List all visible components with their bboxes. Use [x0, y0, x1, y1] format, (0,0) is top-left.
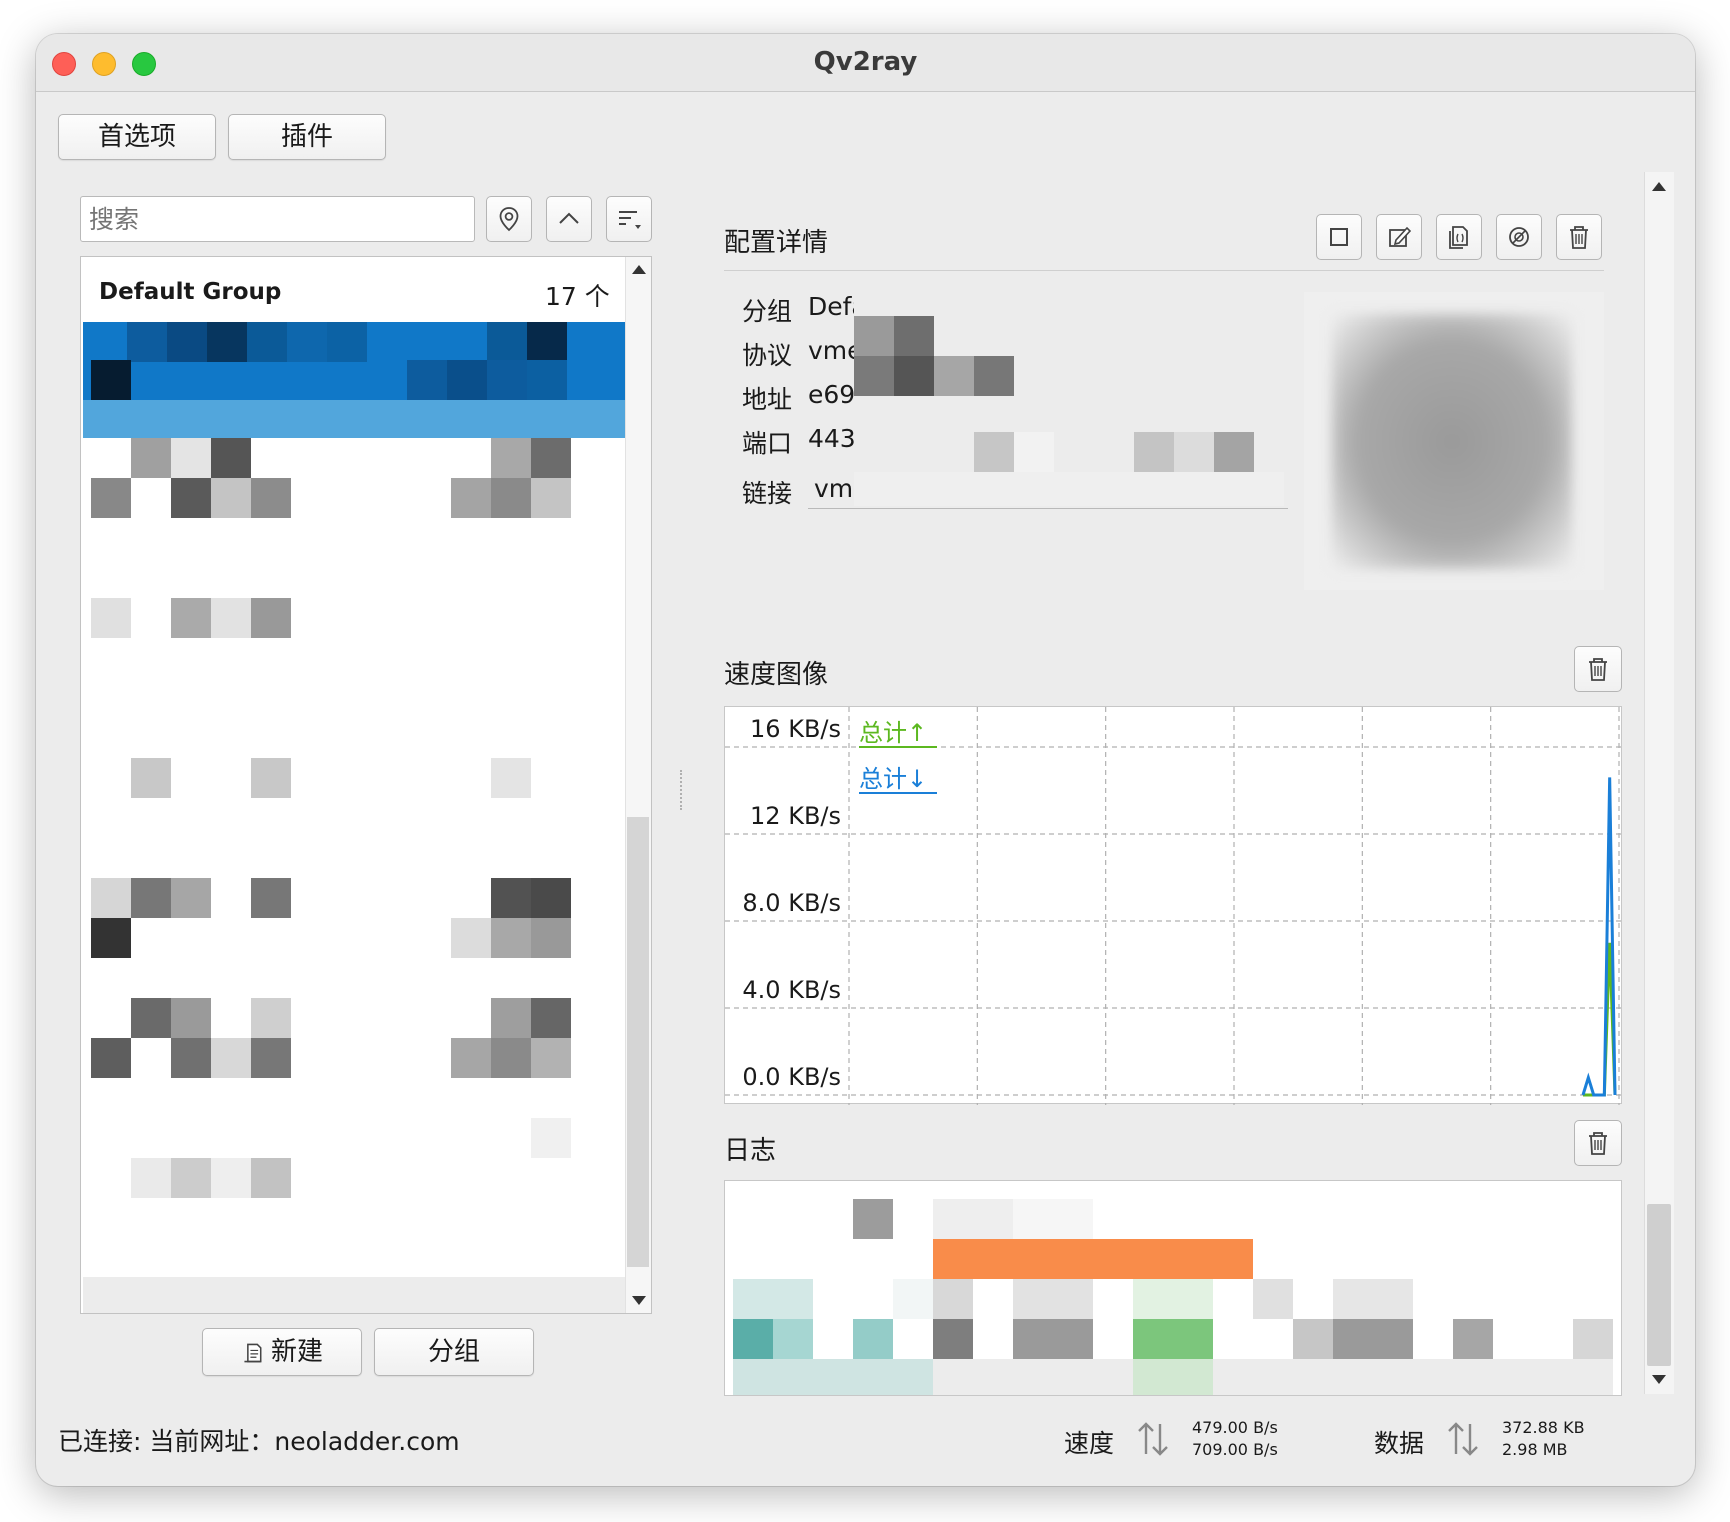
- trash-icon: [1589, 658, 1607, 681]
- title-bar: Qv2ray: [36, 34, 1695, 92]
- detail-port-value: 443: [808, 424, 856, 453]
- detail-port-label: 端口: [742, 429, 793, 458]
- trash-icon: [1589, 1132, 1607, 1155]
- speed-label: 速度: [1064, 1429, 1115, 1458]
- updown-arrows-icon: [1448, 1422, 1478, 1456]
- new-connection-button[interactable]: 新建: [202, 1328, 362, 1376]
- chart-legend-down: 总计↓: [859, 765, 927, 793]
- scroll-down-icon[interactable]: [632, 1296, 646, 1305]
- chart-series-line-up: [1583, 942, 1617, 1097]
- stop-connection-button[interactable]: [1316, 214, 1362, 260]
- detail-link-label: 链接: [742, 479, 793, 508]
- plugins-button[interactable]: 插件: [228, 114, 386, 160]
- scroll-up-icon[interactable]: [632, 265, 646, 274]
- detail-address-label: 地址: [742, 385, 793, 414]
- chart-y-tick-label: 0.0 KB/s: [742, 1063, 841, 1091]
- preferences-button[interactable]: 首选项: [58, 114, 216, 160]
- detail-link-value[interactable]: vm: [814, 474, 853, 503]
- speed-chart-title: 速度图像: [724, 660, 829, 690]
- data-down-value: 2.98 MB: [1502, 1440, 1568, 1459]
- log-highlight: [933, 1239, 1253, 1279]
- divider: [724, 270, 1604, 271]
- qr-code: [1304, 292, 1604, 590]
- collapse-all-button[interactable]: [546, 196, 592, 242]
- group-button[interactable]: 分组: [374, 1328, 534, 1376]
- speed-chart-svg: 16 KB/s 12 KB/s 8.0 KB/s 4.0 KB/s 0.0 KB/s 总计…: [725, 707, 1623, 1105]
- new-connection-label: 新建: [270, 1337, 323, 1367]
- window-title: Qv2ray: [813, 47, 918, 77]
- copy-connection-button[interactable]: [1436, 214, 1482, 260]
- config-details-title: 配置详情: [724, 228, 829, 258]
- link-field-underline: [808, 508, 1288, 509]
- log-output[interactable]: [724, 1180, 1622, 1396]
- splitter-handle[interactable]: [680, 770, 682, 810]
- new-document-icon: [244, 1343, 262, 1362]
- clear-log-button[interactable]: [1574, 1120, 1622, 1166]
- details-scrollbar[interactable]: [1644, 172, 1674, 1394]
- sort-button[interactable]: [606, 196, 652, 242]
- detail-group-label: 分组: [742, 297, 793, 326]
- speed-up-value: 479.00 B/s: [1192, 1418, 1278, 1437]
- chart-y-tick-label: 4.0 KB/s: [742, 976, 841, 1004]
- locate-current-button[interactable]: [486, 196, 532, 242]
- data-up-value: 372.88 KB: [1502, 1418, 1585, 1437]
- speed-chart: 16 KB/s 12 KB/s 8.0 KB/s 4.0 KB/s 0.0 KB/s 总计…: [724, 706, 1623, 1105]
- connection-list[interactable]: Default Group 17 个: [80, 256, 652, 1314]
- details-scrollbar-thumb[interactable]: [1647, 1204, 1671, 1366]
- updown-arrows-icon: [1138, 1422, 1168, 1456]
- chart-legend-up: 总计↑: [859, 719, 927, 747]
- trash-icon: [1570, 226, 1588, 249]
- delete-connection-button[interactable]: [1556, 214, 1602, 260]
- sort-icon: [619, 211, 641, 229]
- chart-y-tick-label: 16 KB/s: [750, 715, 841, 743]
- search-input[interactable]: [80, 196, 475, 242]
- main-window: Qv2ray 首选项 插件 Default Group 17 个: [36, 34, 1695, 1486]
- log-title: 日志: [724, 1136, 777, 1166]
- collapse-up-icon: [559, 212, 579, 224]
- speed-down-value: 709.00 B/s: [1192, 1440, 1278, 1459]
- location-icon: [499, 207, 519, 232]
- chart-y-tick-label: 12 KB/s: [750, 802, 841, 830]
- group-name: Default Group: [99, 279, 282, 305]
- list-scrollbar-thumb[interactable]: [627, 817, 649, 1267]
- clear-speed-chart-button[interactable]: [1574, 646, 1622, 692]
- details-scroll-down-icon[interactable]: [1652, 1375, 1666, 1384]
- stop-icon: [1330, 228, 1348, 246]
- list-scrollbar[interactable]: [625, 257, 651, 1313]
- details-scroll-up-icon[interactable]: [1652, 182, 1666, 191]
- detail-address-value: e69: [808, 380, 856, 409]
- chart-y-tick-label: 8.0 KB/s: [742, 889, 841, 917]
- edit-connection-button[interactable]: [1376, 214, 1422, 260]
- chart-series-line-down: [1581, 777, 1617, 1097]
- connection-status: 已连接: 当前网址：neoladder.com: [58, 1427, 460, 1456]
- data-label: 数据: [1374, 1429, 1425, 1458]
- share-icon: [1509, 227, 1529, 247]
- selected-connection-item[interactable]: [83, 322, 627, 438]
- detail-protocol-label: 协议: [742, 341, 793, 370]
- group-count: 17 个: [545, 282, 610, 311]
- edit-icon: [1389, 226, 1412, 247]
- copy-icon: [1449, 226, 1468, 249]
- share-connection-button[interactable]: [1496, 214, 1542, 260]
